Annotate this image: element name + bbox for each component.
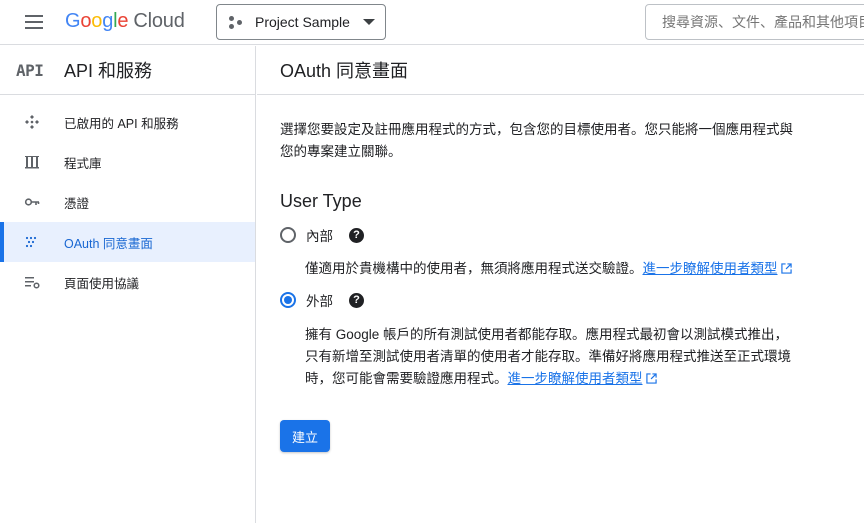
external-link-icon	[780, 263, 792, 274]
key-icon	[24, 194, 40, 210]
learn-more-link-internal[interactable]: 進一步瞭解使用者類型	[643, 261, 778, 276]
learn-more-link-external[interactable]: 進一步瞭解使用者類型	[508, 371, 643, 386]
search-bar[interactable]	[645, 4, 864, 40]
external-radio[interactable]	[280, 292, 296, 308]
help-icon[interactable]: ?	[349, 292, 364, 308]
sidebar-header: API API 和服務	[0, 46, 255, 95]
sidebar-item-enabled-apis[interactable]: 已啟用的 API 和服務	[0, 102, 255, 142]
help-icon[interactable]: ?	[349, 227, 364, 243]
create-button[interactable]: 建立	[280, 420, 330, 452]
library-icon	[24, 154, 40, 170]
external-description: 擁有 Google 帳戶的所有測試使用者都能存取。應用程式最初會以測試模式推出，…	[305, 327, 791, 386]
search-input[interactable]	[662, 14, 864, 30]
option-internal: 內部 ?	[280, 224, 841, 246]
page-title: OAuth 同意畫面	[280, 61, 409, 81]
internal-radio[interactable]	[280, 227, 296, 243]
sidebar-item-page-usage[interactable]: 頁面使用協議	[0, 262, 255, 302]
project-icon	[229, 15, 243, 29]
external-link-icon	[645, 373, 657, 384]
option-external: 外部 ?	[280, 289, 841, 311]
internal-description: 僅適用於貴機構中的使用者，無須將應用程式送交驗證。進一步瞭解使用者類型	[305, 258, 795, 280]
project-name: Project Sample	[255, 14, 350, 30]
page-header: OAuth 同意畫面	[257, 46, 864, 95]
oauth-consent-icon	[24, 234, 40, 250]
google-cloud-logo[interactable]: Google Cloud	[65, 10, 185, 33]
apis-icon	[24, 114, 40, 130]
api-logo-icon: API	[16, 60, 44, 80]
intro-text: 選擇您要設定及註冊應用程式的方式，包含您的目標使用者。您只能將一個應用程式與您的…	[280, 122, 793, 159]
sidebar-nav: 已啟用的 API 和服務 程式庫 憑證 OAuth 同意畫面 頁面使用協議	[0, 95, 255, 302]
internal-label[interactable]: 內部	[306, 225, 333, 245]
sidebar-title: API 和服務	[64, 61, 153, 81]
sidebar-item-credentials[interactable]: 憑證	[0, 182, 255, 222]
sidebar-item-oauth-consent[interactable]: OAuth 同意畫面	[0, 222, 255, 262]
caret-down-icon	[363, 19, 375, 25]
sidebar: API API 和服務 已啟用的 API 和服務 程式庫 憑證 OAuth 同意…	[0, 46, 256, 523]
main-content: OAuth 同意畫面 選擇您要設定及註冊應用程式的方式，包含您的目標使用者。您只…	[257, 46, 864, 523]
top-bar: Google Cloud Project Sample	[0, 0, 864, 45]
user-type-heading: User Type	[280, 191, 362, 211]
external-label[interactable]: 外部	[306, 290, 333, 310]
project-picker[interactable]: Project Sample	[216, 4, 386, 40]
main-menu-icon[interactable]	[22, 12, 46, 32]
page-usage-icon	[24, 274, 40, 290]
sidebar-item-library[interactable]: 程式庫	[0, 142, 255, 182]
